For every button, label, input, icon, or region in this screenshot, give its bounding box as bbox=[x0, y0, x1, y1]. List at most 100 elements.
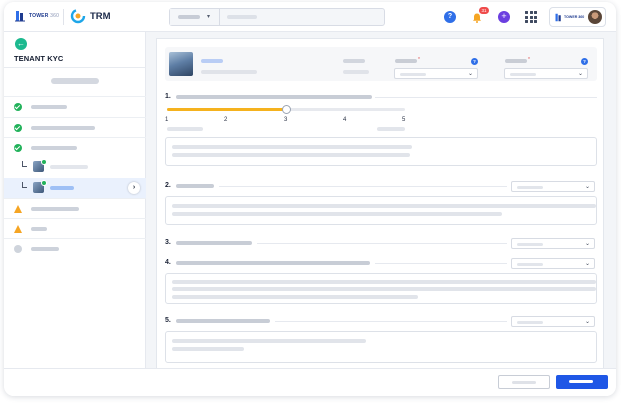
chevron-down-icon: ⌄ bbox=[584, 184, 590, 190]
question-number: 4. bbox=[165, 259, 171, 266]
sidebar-subitem-2-active[interactable]: › bbox=[4, 178, 146, 198]
check-badge-icon bbox=[41, 180, 47, 186]
question-number: 1. bbox=[165, 93, 171, 100]
pending-circle-icon bbox=[14, 245, 22, 253]
tree-connector-icon bbox=[22, 182, 27, 188]
sidebar-item-label bbox=[31, 105, 67, 109]
property-address bbox=[201, 70, 257, 74]
profile-org-name: TOWER 360 bbox=[564, 15, 585, 19]
sidebar-item-section-3[interactable] bbox=[4, 137, 146, 157]
sidebar-item-label bbox=[50, 165, 88, 169]
top-bar: TOWER 360 TRM ▾ ? 31 + TOWER 360 bbox=[4, 2, 616, 32]
logo-wordmark: TOWER bbox=[29, 13, 49, 19]
textarea-text bbox=[172, 204, 596, 208]
header-dropdown-2[interactable]: ⌄ bbox=[504, 68, 588, 79]
property-image bbox=[169, 52, 193, 76]
add-icon[interactable]: + bbox=[498, 11, 510, 23]
apps-grid-icon[interactable] bbox=[525, 11, 537, 23]
field-label bbox=[343, 59, 365, 63]
app-window: TOWER 360 TRM ▾ ? 3 1 + TOWER 360 ← TENAN… bbox=[4, 2, 616, 396]
slider-tick-label: 5 bbox=[402, 117, 406, 123]
sidebar: ← TENANT KYC › bbox=[4, 32, 146, 368]
property-name bbox=[201, 59, 223, 63]
question-number: 3. bbox=[165, 239, 171, 246]
slider-handle[interactable] bbox=[281, 105, 291, 114]
secondary-button[interactable] bbox=[498, 375, 550, 389]
divider bbox=[4, 67, 146, 68]
slider-fill bbox=[167, 108, 286, 111]
profile-menu[interactable]: TOWER 360 bbox=[549, 7, 606, 27]
main-content: * ? ⌄ * ? ⌄ 1. 1 2 3 4 5 2. ⌄ 3. ⌄ 4. ⌄ … bbox=[146, 32, 616, 378]
rating-slider[interactable] bbox=[167, 105, 405, 114]
trm-logo[interactable]: TRM bbox=[70, 8, 111, 24]
search-input[interactable] bbox=[227, 15, 257, 19]
dropdown-placeholder bbox=[517, 262, 543, 266]
question-title bbox=[176, 241, 252, 245]
avatar bbox=[588, 10, 602, 24]
question-2-dropdown[interactable]: ⌄ bbox=[511, 181, 595, 192]
slider-tick-label: 3 bbox=[284, 117, 288, 123]
textarea-text bbox=[172, 287, 596, 291]
tower360-logo[interactable]: TOWER 360 bbox=[14, 10, 59, 22]
sidebar-item-section-2[interactable] bbox=[4, 117, 146, 137]
question-title bbox=[176, 261, 370, 265]
dropdown-placeholder bbox=[517, 320, 543, 324]
help-icon[interactable]: ? bbox=[581, 58, 588, 65]
chevron-right-icon[interactable]: › bbox=[128, 182, 140, 194]
dropdown-placeholder bbox=[400, 72, 426, 76]
app-title: TRM bbox=[90, 10, 111, 22]
primary-button[interactable] bbox=[556, 375, 608, 389]
warning-icon bbox=[14, 225, 22, 233]
textarea-text bbox=[172, 295, 418, 299]
chevron-down-icon: ⌄ bbox=[584, 319, 590, 325]
sidebar-item-section-6[interactable] bbox=[4, 238, 146, 258]
sidebar-item-section-5[interactable] bbox=[4, 218, 146, 238]
form-panel: * ? ⌄ * ? ⌄ 1. 1 2 3 4 5 2. ⌄ 3. ⌄ 4. ⌄ … bbox=[156, 38, 604, 378]
property-header-card: * ? ⌄ * ? ⌄ bbox=[165, 47, 597, 81]
sidebar-subitem-1[interactable] bbox=[4, 157, 146, 177]
divider bbox=[275, 321, 507, 322]
slider-max-caption bbox=[377, 127, 405, 131]
help-icon[interactable]: ? bbox=[471, 58, 478, 65]
question-title bbox=[176, 319, 270, 323]
trm-refresh-icon bbox=[70, 8, 86, 24]
footer-actions bbox=[4, 368, 616, 396]
question-5-dropdown[interactable]: ⌄ bbox=[511, 316, 595, 327]
question-title bbox=[176, 95, 372, 99]
divider bbox=[219, 186, 507, 187]
comment-textarea[interactable] bbox=[165, 331, 597, 363]
back-arrow-icon[interactable]: ← bbox=[15, 38, 27, 50]
required-asterisk: * bbox=[528, 57, 530, 63]
question-3-dropdown[interactable]: ⌄ bbox=[511, 238, 595, 249]
textarea-text bbox=[172, 145, 412, 149]
comment-textarea[interactable] bbox=[165, 137, 597, 166]
help-icon[interactable]: ? bbox=[444, 11, 456, 23]
button-label bbox=[512, 381, 536, 384]
sidebar-progress-pill bbox=[51, 78, 99, 84]
search-scope-select[interactable]: ▾ bbox=[170, 9, 220, 25]
textarea-text bbox=[172, 280, 596, 284]
divider bbox=[375, 97, 597, 98]
sidebar-item-section-4[interactable] bbox=[4, 198, 146, 218]
field-value bbox=[343, 70, 369, 74]
question-4-dropdown[interactable]: ⌄ bbox=[511, 258, 595, 269]
global-search[interactable]: ▾ bbox=[169, 8, 385, 26]
chevron-down-icon: ⌄ bbox=[577, 71, 583, 77]
header-dropdown-1[interactable]: ⌄ bbox=[394, 68, 478, 79]
textarea-text bbox=[172, 339, 366, 343]
question-number: 2. bbox=[165, 182, 171, 189]
sidebar-item-label bbox=[31, 227, 47, 231]
field-label bbox=[505, 59, 527, 63]
header-divider bbox=[63, 9, 64, 25]
sidebar-item-label bbox=[31, 247, 59, 251]
sidebar-item-section-1[interactable] bbox=[4, 96, 146, 116]
comment-textarea[interactable] bbox=[165, 196, 597, 225]
slider-tick-label: 1 bbox=[165, 117, 169, 123]
divider bbox=[257, 243, 507, 244]
comment-textarea[interactable] bbox=[165, 273, 597, 304]
chevron-down-icon: ▾ bbox=[207, 14, 211, 20]
sidebar-item-label bbox=[31, 146, 77, 150]
tower-building-icon bbox=[555, 13, 561, 22]
logo-suffix: 360 bbox=[50, 13, 60, 19]
chevron-down-icon: ⌄ bbox=[467, 71, 473, 77]
